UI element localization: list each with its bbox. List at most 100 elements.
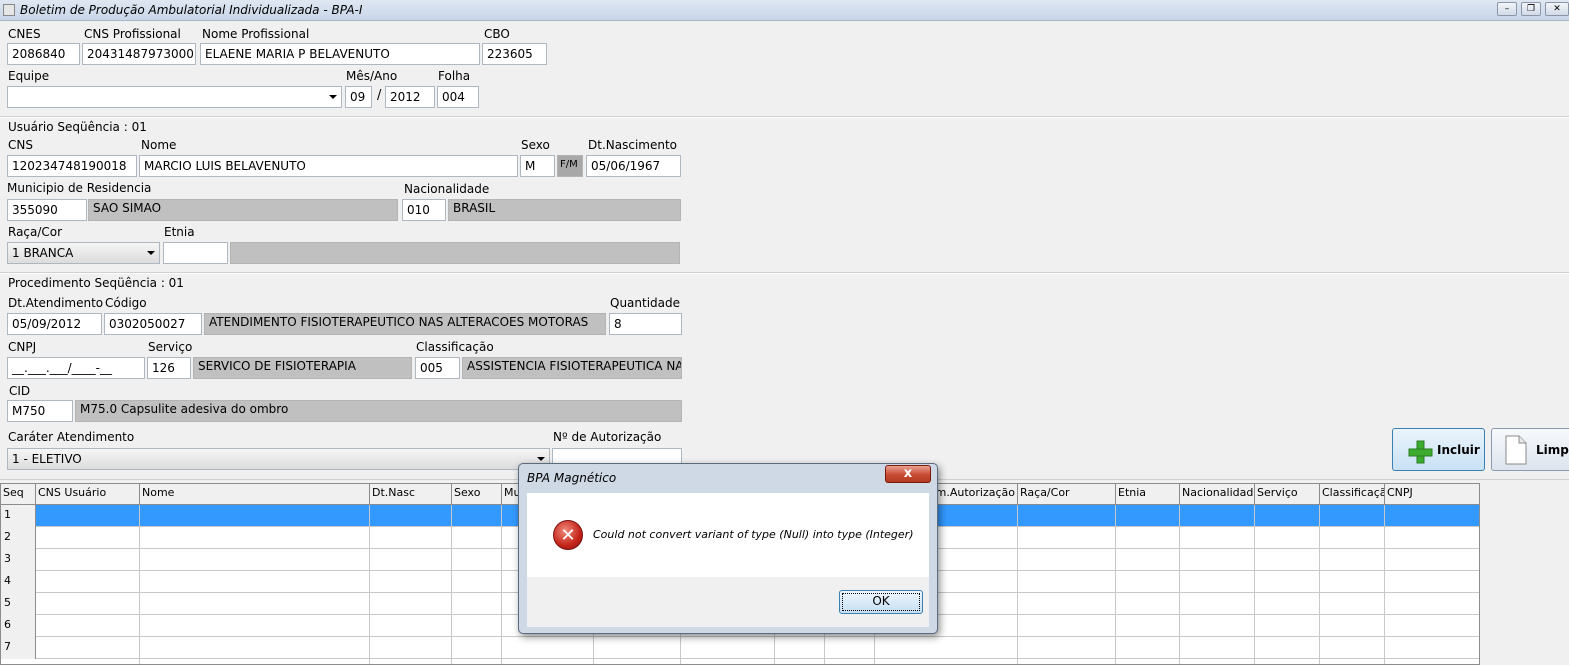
column-header[interactable]: CNPJ: [1385, 484, 1479, 505]
divider: [0, 273, 1569, 274]
limpar-label: Limpa: [1536, 443, 1569, 457]
column-header[interactable]: Raça/Cor: [1018, 484, 1116, 505]
nacionalidade-code-field[interactable]: 010: [402, 199, 446, 221]
dialog-close-button[interactable]: x: [885, 465, 931, 483]
classificacao-description: ASSISTENCIA FISIOTERAPEUTICA NAS: [462, 357, 682, 379]
nome-label: Nome: [141, 138, 177, 152]
incluir-label: Incluir: [1437, 443, 1480, 457]
column-header[interactable]: Nome: [140, 484, 370, 505]
column-header[interactable]: Seq: [1, 484, 36, 505]
municipio-label: Municipio de Residencia: [7, 181, 152, 195]
quantidade-field[interactable]: 8: [609, 313, 682, 335]
equipe-label: Equipe: [8, 69, 50, 83]
title-bar: Boletim de Produção Ambulatorial Individ…: [0, 0, 1569, 21]
close-button[interactable]: ✕: [1545, 2, 1569, 16]
divider: [0, 117, 1569, 118]
etnia-description: [230, 242, 680, 264]
carater-label: Caráter Atendimento: [8, 430, 135, 444]
chevron-down-icon: [537, 457, 545, 461]
row-number: 4: [1, 571, 36, 593]
cns-label: CNS: [8, 138, 33, 152]
codigo-label: Código: [105, 296, 147, 310]
grid-line: [1254, 505, 1255, 664]
column-header[interactable]: CNS Usuário: [36, 484, 140, 505]
nacionalidade-name: BRASIL: [448, 199, 681, 221]
chevron-down-icon: [147, 251, 155, 255]
cid-code-field[interactable]: M750: [7, 400, 73, 422]
ano-field[interactable]: 2012: [385, 86, 435, 108]
etnia-label: Etnia: [164, 225, 195, 239]
grid-line: [139, 505, 140, 664]
dt-nascimento-label: Dt.Nascimento: [588, 138, 677, 152]
cid-label: CID: [9, 384, 31, 398]
equipe-select[interactable]: [7, 86, 342, 108]
column-header[interactable]: Nacionalidade: [1180, 484, 1255, 505]
codigo-description: ATENDIMENTO FISIOTERAPEUTICO NAS ALTERAC…: [204, 313, 606, 335]
servico-description: SERVICO DE FISIOTERAPIA: [193, 357, 412, 379]
nome-profissional-label: Nome Profissional: [202, 27, 310, 41]
municipio-code-field[interactable]: 355090: [7, 199, 87, 221]
cnpj-label: CNPJ: [8, 340, 37, 354]
cns-profissional-label: CNS Profissional: [84, 27, 181, 41]
row-number: 2: [1, 527, 36, 549]
mesano-separator: /: [377, 88, 382, 103]
grid-line: [369, 505, 370, 664]
app-icon: [3, 4, 15, 16]
ok-button[interactable]: OK: [839, 590, 923, 614]
grid-line: [451, 505, 452, 664]
classificacao-label: Classificação: [416, 340, 494, 354]
classificacao-code-field[interactable]: 005: [415, 357, 460, 379]
dt-atendimento-field[interactable]: 05/09/2012: [7, 313, 102, 335]
carater-select[interactable]: 1 - ELETIVO: [7, 448, 550, 470]
mesano-label: Mês/Ano: [346, 69, 398, 83]
raca-cor-select[interactable]: 1 BRANCA: [7, 242, 160, 264]
cnes-label: CNES: [8, 27, 41, 41]
dialog-title: BPA Magnético: [527, 471, 617, 485]
restore-button[interactable]: ❐: [1521, 2, 1541, 16]
column-header[interactable]: Serviço: [1255, 484, 1320, 505]
nacionalidade-label: Nacionalidade: [404, 182, 490, 196]
nome-profissional-field[interactable]: ELAENE MARIA P BELAVENUTO: [200, 43, 480, 65]
codigo-field[interactable]: 0302050027: [104, 313, 202, 335]
raca-cor-label: Raça/Cor: [8, 225, 63, 239]
sexo-label: Sexo: [521, 138, 550, 152]
etnia-field[interactable]: [163, 242, 228, 264]
column-header[interactable]: Classificação: [1320, 484, 1385, 505]
dt-atendimento-label: Dt.Atendimento: [8, 296, 104, 310]
nome-usuario-field[interactable]: MARCIO LUIS BELAVENUTO: [139, 155, 518, 177]
cnes-field[interactable]: 2086840: [7, 43, 80, 65]
mes-field[interactable]: 09: [345, 86, 372, 108]
servico-label: Serviço: [148, 340, 193, 354]
cbo-field[interactable]: 223605: [482, 43, 547, 65]
grid-line: [1319, 505, 1320, 664]
cns-profissional-field[interactable]: 204314879730001: [82, 43, 196, 65]
row-number: 7: [1, 637, 36, 659]
carater-value: 1 - ELETIVO: [12, 452, 82, 466]
column-header[interactable]: Etnia: [1116, 484, 1180, 505]
row-number: 6: [1, 615, 36, 637]
minimize-button[interactable]: –: [1497, 2, 1517, 16]
row-number: 3: [1, 549, 36, 571]
dt-nascimento-field[interactable]: 05/06/1967: [586, 155, 681, 177]
error-icon: ✕: [553, 520, 583, 550]
cnpj-field[interactable]: __.___.___/____-__: [7, 357, 145, 379]
cns-usuario-field[interactable]: 120234748190018: [7, 155, 137, 177]
table-row[interactable]: 7: [1, 637, 1479, 659]
grid-line: [1115, 505, 1116, 664]
limpar-button[interactable]: Limpa: [1491, 428, 1569, 471]
column-header[interactable]: Sexo: [452, 484, 502, 505]
row-number: 5: [1, 593, 36, 615]
close-icon: x: [903, 466, 913, 481]
grid-line: [1179, 505, 1180, 664]
dialog-message: Could not convert variant of type (Null)…: [593, 528, 914, 541]
column-header[interactable]: Dt.Nasc: [370, 484, 452, 505]
servico-code-field[interactable]: 126: [147, 357, 191, 379]
folha-field[interactable]: 004: [437, 86, 479, 108]
procedimento-section-label: Procedimento Seqüência : 01: [8, 276, 184, 290]
document-icon: [1504, 435, 1528, 465]
grid-line: [501, 505, 502, 664]
sexo-field[interactable]: M: [520, 155, 555, 177]
window-title: Boletim de Produção Ambulatorial Individ…: [20, 3, 363, 17]
folha-label: Folha: [438, 69, 471, 83]
incluir-button[interactable]: Incluir: [1392, 428, 1485, 471]
